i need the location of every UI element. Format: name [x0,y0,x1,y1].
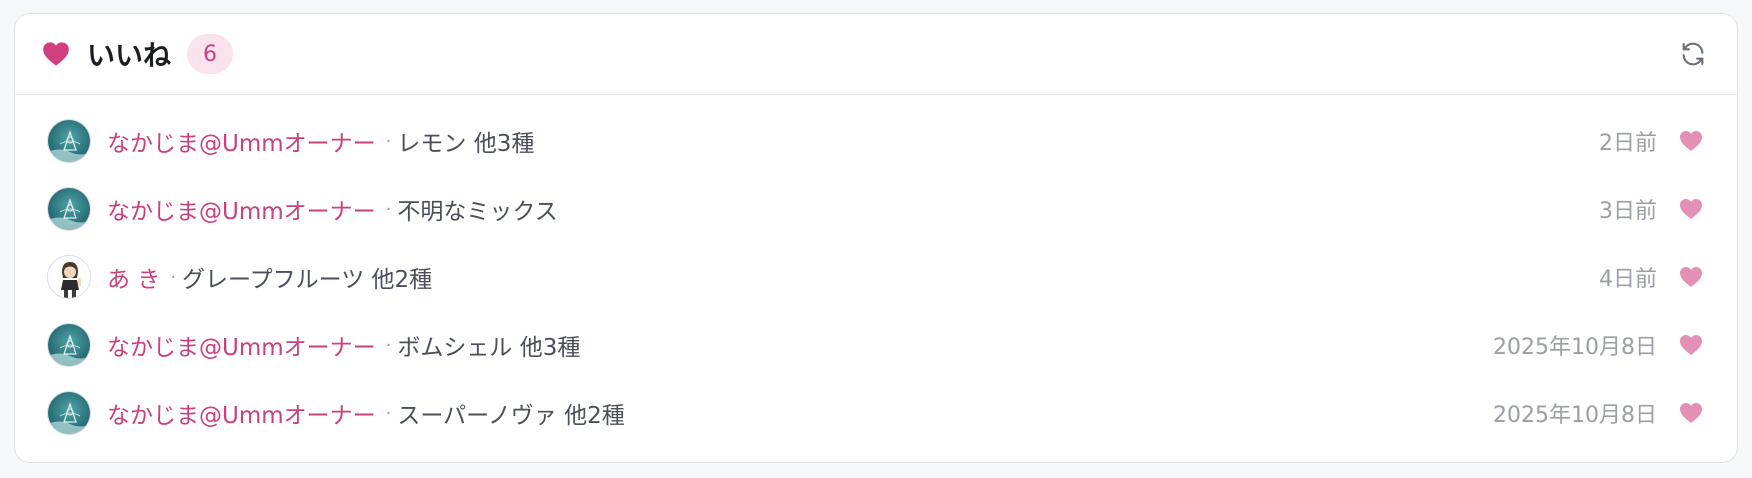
like-row: なかじま@Ummオーナー · 不明なミックス 3日前 [15,175,1737,243]
user-name-link[interactable]: なかじま@Ummオーナー [107,192,376,226]
avatar[interactable] [47,391,91,435]
avatar[interactable] [47,323,91,367]
heart-icon [1677,127,1705,155]
avatar[interactable] [47,119,91,163]
like-row: なかじま@Ummオーナー · スーパーノヴァ 他2種 2025年10月8日 [15,379,1737,447]
liked-item-text[interactable]: ボムシェル 他3種 [397,328,580,362]
separator-dot: · [170,266,177,288]
like-row: なかじま@Ummオーナー · レモン 他3種 2日前 [15,107,1737,175]
like-time: 2日前 [1599,131,1657,156]
user-name-link[interactable]: なかじま@Ummオーナー [107,328,376,362]
avatar[interactable] [47,255,91,299]
likes-card: いいね 6 なかじま@Ummオーナー · レモン 他3種 2日前 なかじま@Um… [14,13,1738,463]
like-time: 3日前 [1599,199,1657,224]
separator-dot: · [385,130,392,152]
avatar[interactable] [47,187,91,231]
heart-icon [1677,399,1705,427]
like-row: なかじま@Ummオーナー · ボムシェル 他3種 2025年10月8日 [15,311,1737,379]
separator-dot: · [385,402,392,424]
liked-item-text[interactable]: レモン 他3種 [397,124,534,158]
like-row: あ き · グレープフルーツ 他2種 4日前 [15,243,1737,311]
liked-item-text[interactable]: 不明なミックス [397,192,557,226]
heart-icon [41,39,71,69]
like-time: 2025年10月8日 [1493,335,1657,360]
liked-item-text[interactable]: グレープフルーツ 他2種 [182,260,432,294]
heart-icon [1677,331,1705,359]
like-time: 4日前 [1599,267,1657,292]
heart-icon [1677,195,1705,223]
separator-dot: · [385,198,392,220]
heart-icon [1677,263,1705,291]
user-name-link[interactable]: なかじま@Ummオーナー [107,396,376,430]
likes-list: なかじま@Ummオーナー · レモン 他3種 2日前 なかじま@Ummオーナー · 不明な… [15,95,1737,447]
liked-item-text[interactable]: スーパーノヴァ 他2種 [397,396,624,430]
likes-title: いいね [87,39,172,72]
refresh-icon[interactable] [1675,36,1711,72]
likes-count-badge: 6 [187,34,234,74]
likes-header: いいね 6 [15,14,1737,95]
separator-dot: · [385,334,392,356]
user-name-link[interactable]: あ き [107,260,160,294]
user-name-link[interactable]: なかじま@Ummオーナー [107,124,376,158]
like-time: 2025年10月8日 [1493,403,1657,428]
